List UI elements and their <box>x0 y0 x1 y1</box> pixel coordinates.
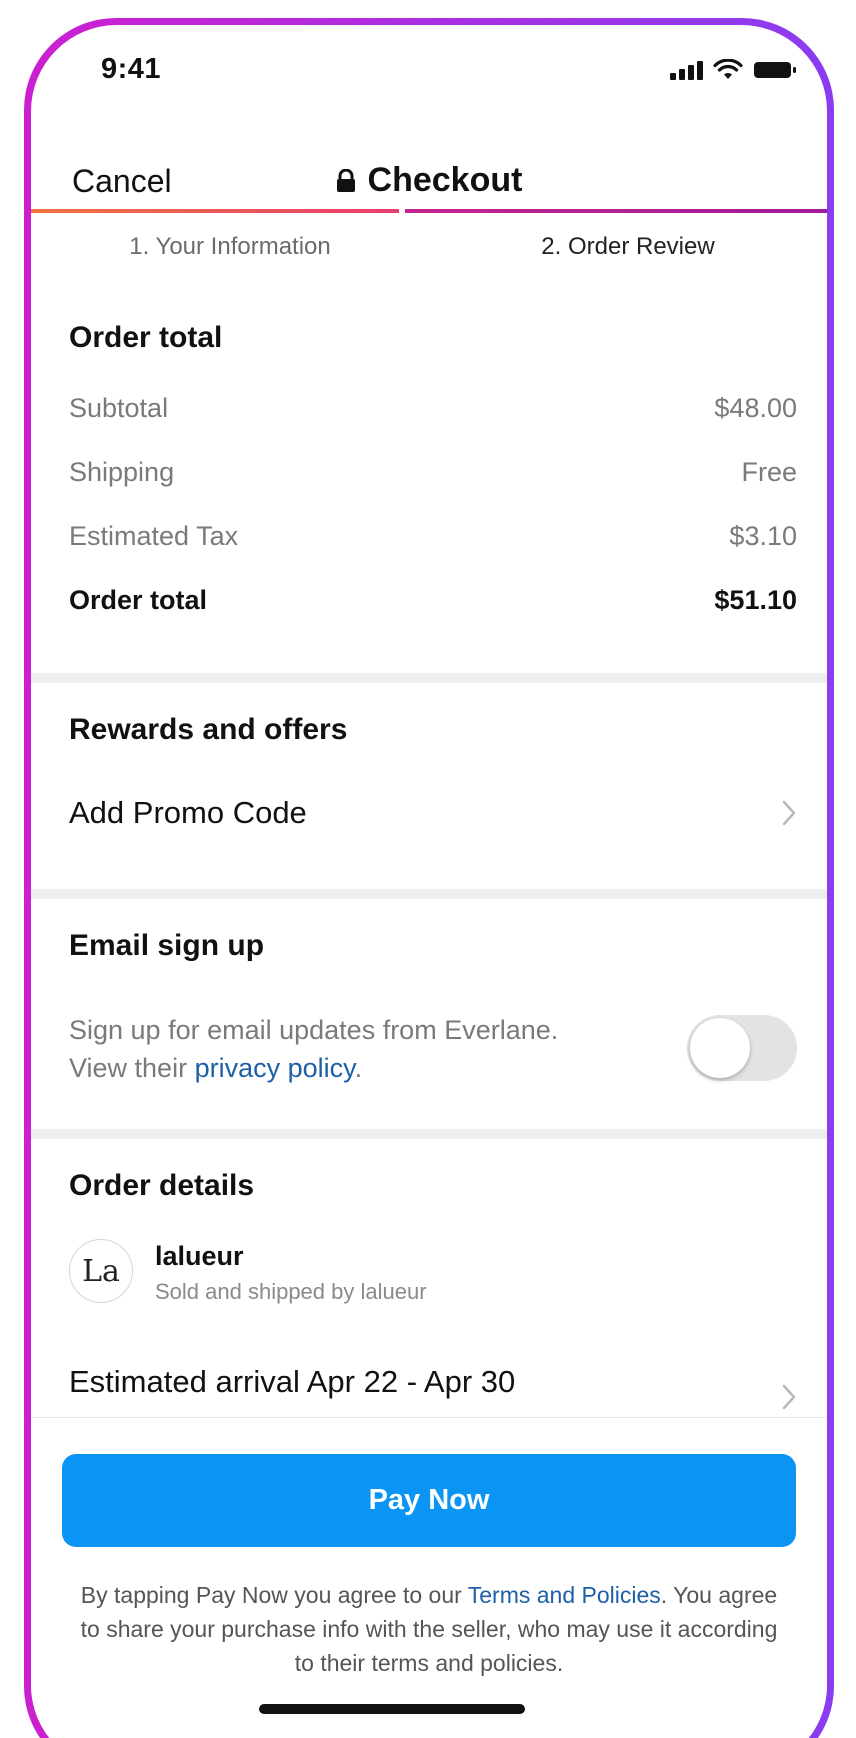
order-total-value: $51.10 <box>714 585 797 615</box>
status-bar: 9:41 <box>31 25 827 135</box>
tab-your-information[interactable]: 1. Your Information <box>31 233 429 261</box>
rewards-title: Rewards and offers <box>69 713 348 746</box>
add-promo-code-row[interactable]: Add Promo Code <box>69 795 797 831</box>
main-content: Order total Subtotal $48.00 Shipping Fre… <box>31 289 827 1479</box>
chevron-right-icon <box>781 1383 797 1411</box>
subtotal-row: Subtotal $48.00 <box>69 393 797 424</box>
legal-text: By tapping Pay Now you agree to our Term… <box>71 1578 787 1680</box>
battery-icon <box>753 60 797 80</box>
status-time: 9:41 <box>101 53 162 85</box>
page-title: Checkout <box>31 161 827 200</box>
screen: 9:41 Cancel Checkout 1. Your Information… <box>31 25 827 1738</box>
section-divider <box>31 1129 827 1139</box>
shipping-value: Free <box>741 457 797 487</box>
step-progress-2 <box>405 209 827 213</box>
subtotal-value: $48.00 <box>714 393 797 423</box>
tax-value: $3.10 <box>729 521 797 551</box>
section-divider <box>31 889 827 899</box>
email-signup-title: Email sign up <box>69 929 265 962</box>
checkout-footer: Pay Now By tapping Pay Now you agree to … <box>31 1417 827 1738</box>
email-signup-line2-prefix: View their <box>69 1053 195 1083</box>
status-icons <box>670 59 797 81</box>
lock-icon <box>336 168 356 193</box>
add-promo-code-label: Add Promo Code <box>69 795 307 830</box>
seller-subtitle: Sold and shipped by lalueur <box>155 1279 427 1304</box>
estimated-arrival-label: Estimated arrival Apr 22 - Apr 30 <box>69 1364 516 1399</box>
rewards-section: Rewards and offers Add Promo Code <box>31 683 827 889</box>
wifi-icon <box>713 59 743 81</box>
pay-now-button[interactable]: Pay Now <box>62 1454 796 1547</box>
legal-text-prefix: By tapping Pay Now you agree to our <box>80 1582 468 1608</box>
cellular-signal-icon <box>670 60 703 80</box>
email-signup-section: Email sign up Sign up for email updates … <box>31 899 827 1129</box>
tab-order-review[interactable]: 2. Order Review <box>429 233 827 261</box>
email-signup-line2: View their privacy policy. <box>69 1049 558 1087</box>
toggle-knob <box>690 1018 750 1078</box>
email-signup-text: Sign up for email updates from Everlane.… <box>69 1011 558 1087</box>
shipping-row: Shipping Free <box>69 457 797 488</box>
step-progress-1 <box>31 209 399 213</box>
subtotal-label: Subtotal <box>69 393 169 423</box>
order-total-label: Order total <box>69 585 208 615</box>
order-total-section: Order total Subtotal $48.00 Shipping Fre… <box>31 289 827 673</box>
tax-row: Estimated Tax $3.10 <box>69 521 797 552</box>
phone-frame: 9:41 Cancel Checkout 1. Your Information… <box>24 18 834 1738</box>
nav-bar: Cancel Checkout <box>31 135 827 219</box>
order-total-row: Order total $51.10 <box>69 585 797 616</box>
estimated-arrival-row[interactable]: Estimated arrival Apr 22 - Apr 30 <box>69 1353 797 1411</box>
step-tabs: 1. Your Information 2. Order Review <box>31 209 827 289</box>
section-divider <box>31 673 827 683</box>
seller-avatar: La <box>69 1239 133 1303</box>
home-indicator <box>259 1704 525 1714</box>
privacy-policy-link[interactable]: privacy policy <box>195 1053 355 1083</box>
chevron-right-icon <box>781 799 797 827</box>
email-signup-line1: Sign up for email updates from Everlane. <box>69 1015 559 1045</box>
email-signup-line2-suffix: . <box>354 1053 363 1083</box>
shipping-label: Shipping <box>69 457 175 487</box>
email-signup-toggle[interactable] <box>687 1015 797 1081</box>
seller-name: lalueur <box>155 1241 244 1271</box>
order-total-title: Order total <box>69 321 223 354</box>
page-title-text: Checkout <box>367 161 523 199</box>
tax-label: Estimated Tax <box>69 521 239 551</box>
terms-and-policies-link[interactable]: Terms and Policies <box>468 1582 661 1608</box>
order-details-title: Order details <box>69 1169 255 1202</box>
